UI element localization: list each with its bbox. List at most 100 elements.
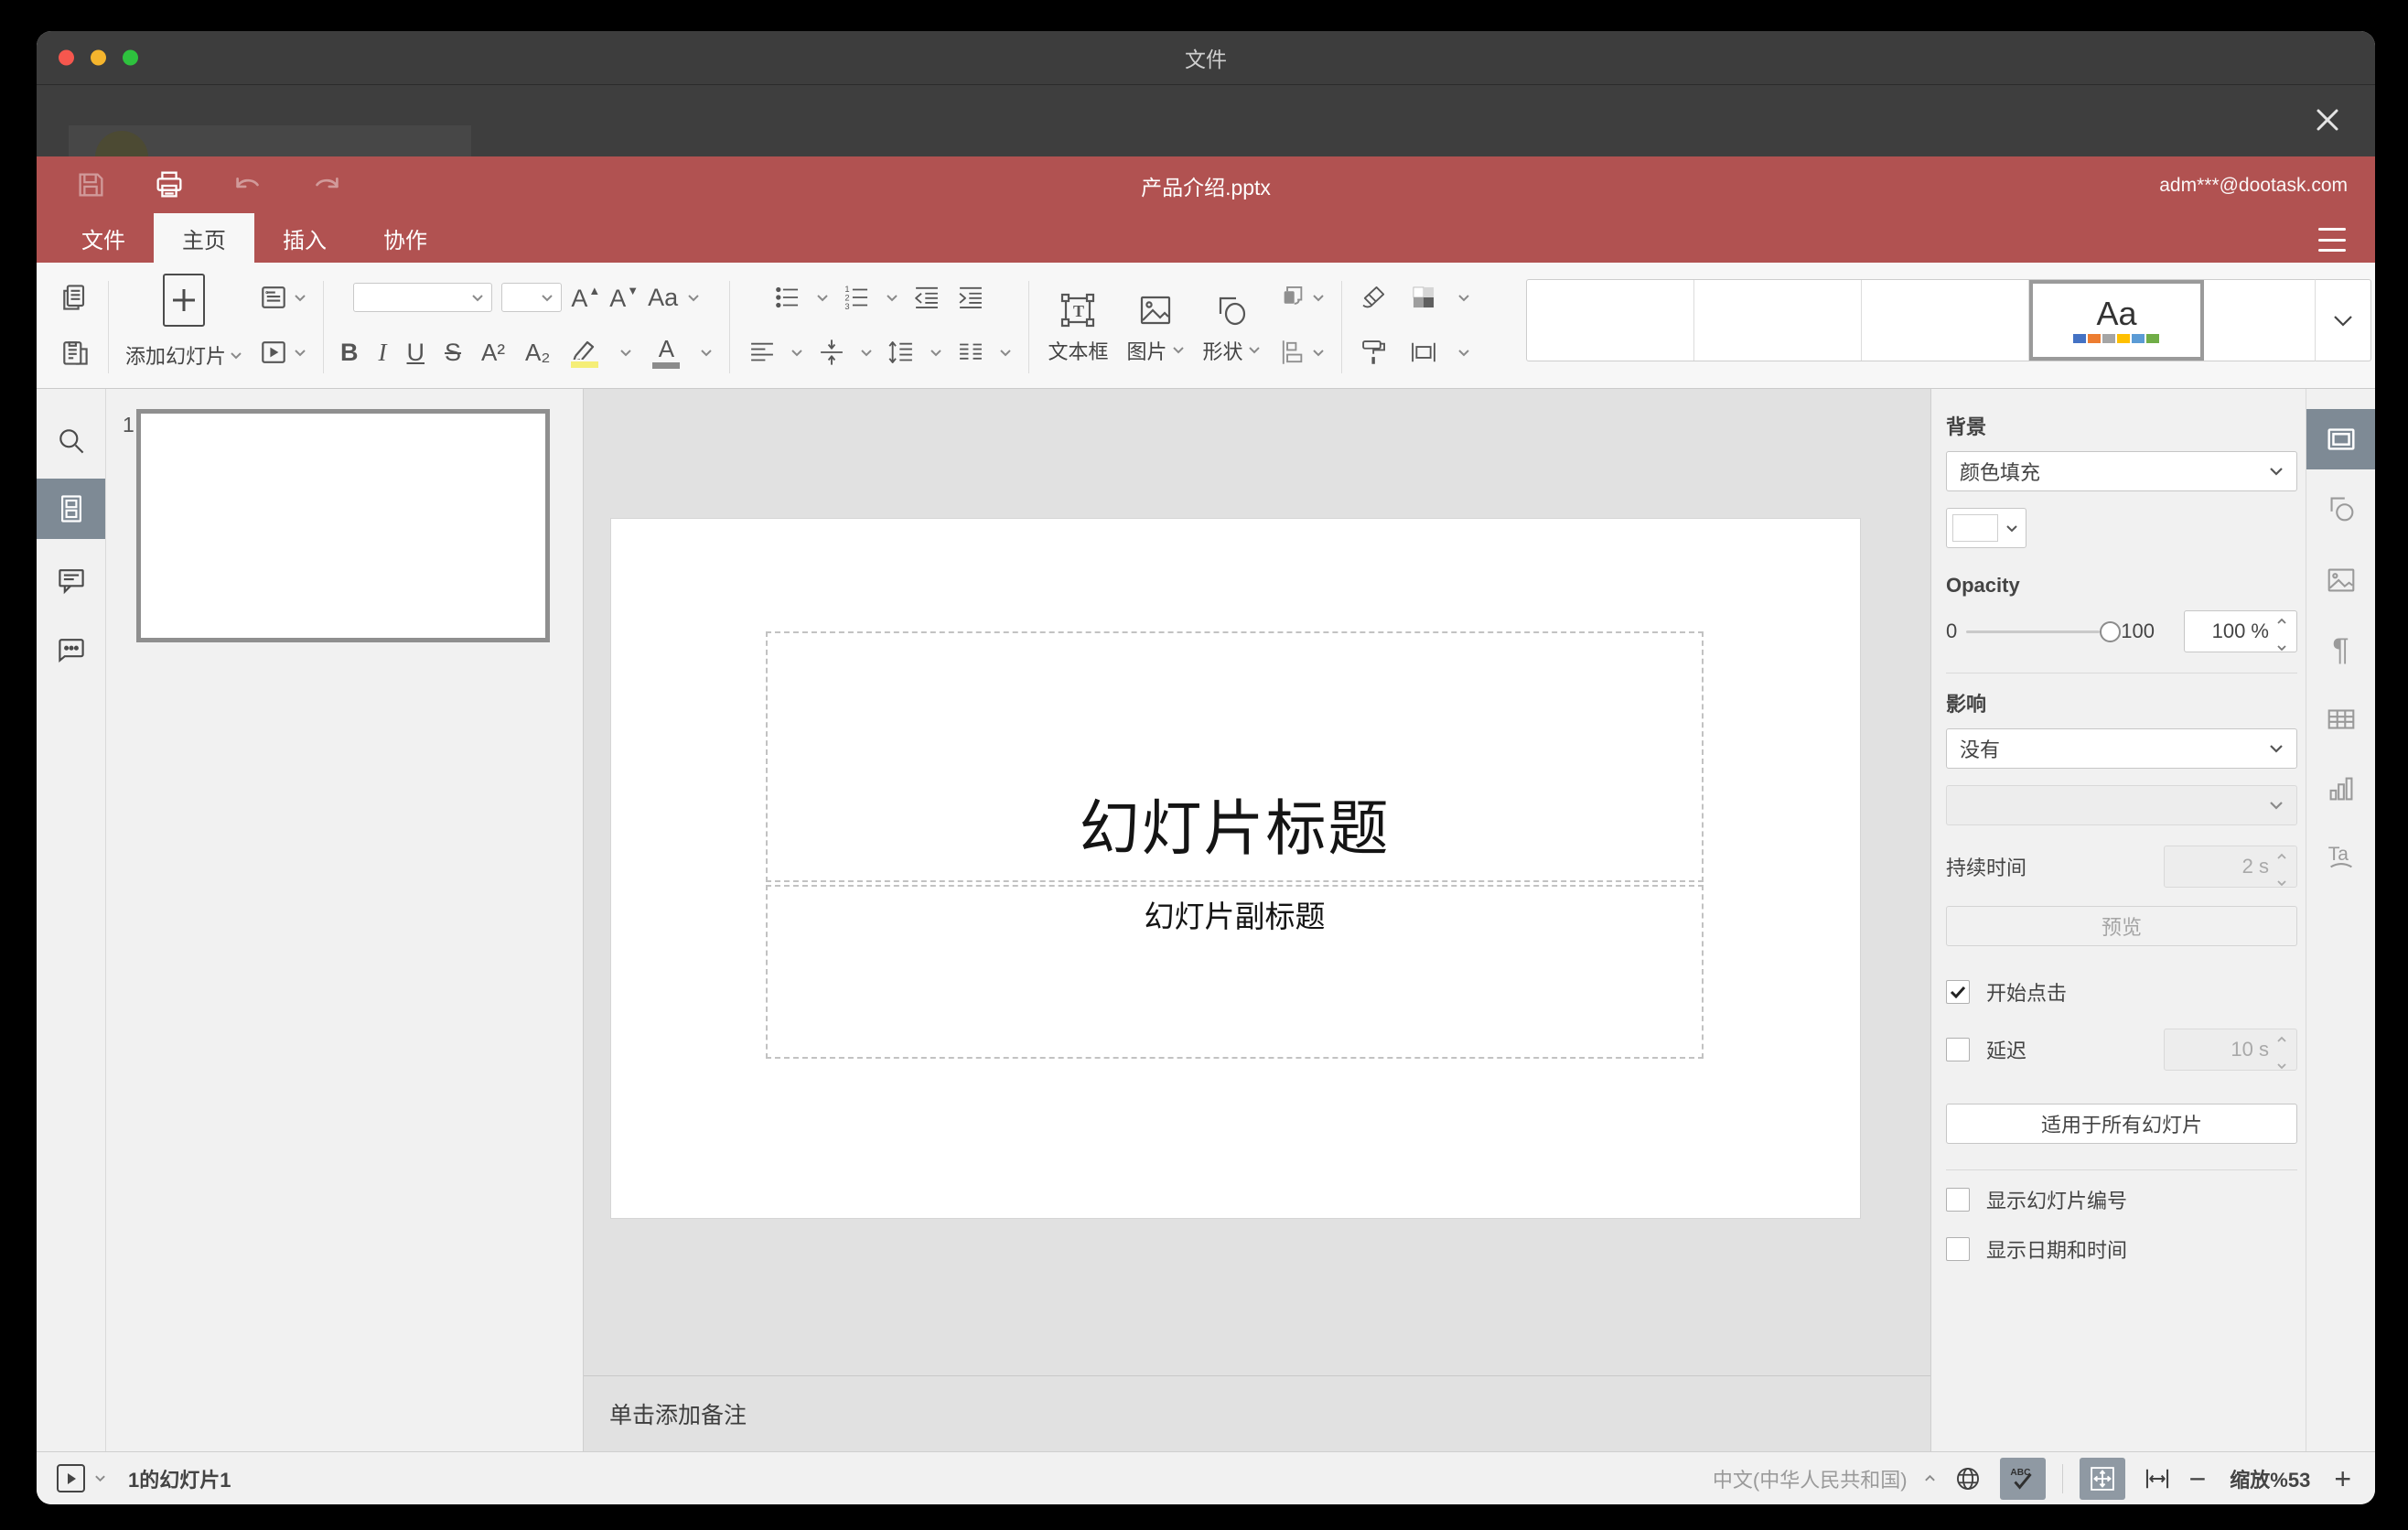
show-date-time-checkbox[interactable] — [1946, 1237, 1970, 1261]
highlight-icon[interactable] — [570, 338, 599, 368]
opacity-slider-track[interactable] — [1966, 630, 2101, 633]
caret-down-icon[interactable] — [886, 294, 898, 302]
caret-down-icon[interactable] — [294, 349, 306, 357]
zoom-out-button[interactable]: − — [2189, 1464, 2207, 1493]
arrange-icon[interactable] — [1277, 282, 1308, 313]
add-slide-button[interactable]: 添加幻灯片 — [118, 340, 250, 370]
caret-down-icon[interactable] — [619, 349, 632, 357]
theme-gallery-expand-button[interactable] — [2315, 279, 2371, 361]
fit-width-icon[interactable] — [2142, 1463, 2173, 1494]
font-increase-icon[interactable]: A ▲ — [571, 285, 600, 311]
superscript-button[interactable]: A² — [481, 340, 505, 364]
caret-down-icon[interactable] — [1312, 294, 1325, 302]
table-settings-icon[interactable] — [2306, 689, 2375, 749]
title-placeholder[interactable]: 幻灯片标题 — [766, 631, 1704, 882]
tab-insert[interactable]: 插入 — [254, 213, 355, 263]
globe-icon[interactable] — [1952, 1463, 1983, 1494]
paste-icon[interactable] — [51, 336, 99, 369]
shape-settings-icon[interactable] — [2306, 479, 2375, 539]
caret-down-icon[interactable] — [999, 349, 1012, 357]
slideshow-icon[interactable] — [257, 336, 290, 369]
change-case-icon[interactable]: Aa — [648, 285, 678, 310]
copy-icon[interactable] — [51, 281, 99, 314]
zoom-in-button[interactable]: + — [2334, 1464, 2351, 1493]
tab-home[interactable]: 主页 — [154, 213, 254, 263]
paint-roller-icon[interactable] — [1359, 337, 1390, 368]
caret-down-icon[interactable] — [790, 349, 803, 357]
tab-file[interactable]: 文件 — [53, 213, 154, 263]
caret-down-icon[interactable] — [816, 294, 829, 302]
slide-size-icon[interactable] — [1408, 337, 1439, 368]
chart-settings-icon[interactable] — [2306, 759, 2375, 819]
background-fill-select[interactable]: 颜色填充 — [1946, 451, 2297, 491]
indent-icon[interactable] — [955, 282, 986, 313]
numbered-list-icon[interactable]: 123 — [842, 282, 873, 313]
effect-select[interactable]: 没有 — [1946, 728, 2297, 769]
textart-settings-icon[interactable]: Ta — [2306, 826, 2375, 887]
caret-down-icon[interactable] — [2276, 633, 2287, 657]
tab-collaboration[interactable]: 协作 — [355, 213, 456, 263]
clear-style-icon[interactable] — [1359, 282, 1390, 313]
theme-thumbnail[interactable] — [2204, 280, 2315, 361]
close-window-button[interactable] — [59, 49, 74, 66]
opacity-slider-knob[interactable] — [2100, 620, 2122, 642]
spellcheck-icon[interactable]: ABC — [1999, 1457, 2046, 1500]
italic-button[interactable]: I — [379, 339, 387, 365]
subtitle-placeholder[interactable]: 幻灯片副标题 — [766, 885, 1704, 1059]
insert-image-button[interactable]: 图片 — [1117, 270, 1193, 384]
subscript-button[interactable]: A₂ — [525, 340, 550, 364]
font-color-icon[interactable]: A — [652, 337, 681, 369]
align-shapes-icon[interactable] — [1277, 337, 1308, 368]
play-icon[interactable] — [57, 1464, 85, 1492]
caret-down-icon[interactable] — [930, 349, 942, 357]
fill-color-icon[interactable] — [1408, 282, 1439, 313]
caret-down-icon[interactable] — [687, 294, 700, 302]
background-color-swatch[interactable] — [1946, 508, 2026, 548]
caret-up-icon[interactable] — [2276, 607, 2287, 630]
caret-down-icon[interactable] — [1312, 349, 1325, 357]
columns-icon[interactable] — [955, 337, 986, 368]
apply-to-all-slides-button[interactable]: 适用于所有幻灯片 — [1946, 1104, 2297, 1144]
font-decrease-icon[interactable]: A ▼ — [609, 285, 639, 311]
bold-button[interactable]: B — [340, 339, 359, 365]
caret-down-icon[interactable] — [294, 294, 306, 302]
add-slide-icon[interactable] — [163, 274, 205, 327]
bullet-list-icon[interactable] — [772, 282, 803, 313]
slide-canvas[interactable]: 幻灯片标题 幻灯片副标题 — [611, 519, 1860, 1218]
align-icon[interactable] — [747, 337, 778, 368]
caret-up-icon[interactable] — [1924, 1474, 1936, 1482]
theme-thumbnail[interactable] — [1862, 280, 2030, 361]
insert-shape-button[interactable]: 形状 — [1194, 270, 1270, 384]
minimize-window-button[interactable] — [91, 49, 106, 66]
fit-slide-icon[interactable] — [2079, 1457, 2125, 1500]
show-slide-number-checkbox[interactable] — [1946, 1188, 1970, 1212]
start-on-click-checkbox[interactable] — [1946, 980, 1970, 1004]
theme-thumbnail[interactable] — [1527, 280, 1695, 361]
vertical-align-icon[interactable] — [816, 337, 847, 368]
slide-layout-icon[interactable] — [257, 281, 290, 314]
slides-panel-icon[interactable] — [37, 479, 105, 539]
notes-area[interactable]: 单击添加备注 — [584, 1375, 1930, 1451]
delay-checkbox[interactable] — [1946, 1038, 1970, 1061]
caret-down-icon[interactable] — [1457, 349, 1470, 357]
caret-down-icon[interactable] — [700, 349, 713, 357]
theme-thumbnail[interactable] — [1694, 280, 1863, 361]
theme-thumbnail-selected[interactable]: Aa — [2029, 280, 2204, 361]
insert-textbox-button[interactable]: T 文本框 — [1038, 270, 1117, 384]
chat-icon[interactable] — [37, 620, 105, 680]
slide-thumbnail[interactable] — [136, 409, 550, 642]
paragraph-settings-icon[interactable]: ¶ — [2306, 620, 2375, 680]
search-icon[interactable] — [37, 411, 105, 471]
font-name-combobox[interactable] — [353, 283, 493, 312]
caret-down-icon[interactable] — [860, 349, 873, 357]
close-icon[interactable] — [2309, 102, 2346, 138]
caret-down-icon[interactable] — [230, 351, 242, 360]
opacity-value-spinner[interactable]: 100 % — [2184, 610, 2297, 652]
comments-icon[interactable] — [37, 550, 105, 610]
underline-button[interactable]: U — [407, 339, 425, 365]
zoom-window-button[interactable] — [123, 49, 138, 66]
caret-down-icon[interactable] — [1457, 294, 1470, 302]
slide-settings-icon[interactable] — [2306, 409, 2375, 469]
caret-down-icon[interactable] — [94, 1474, 106, 1482]
line-spacing-icon[interactable] — [886, 337, 917, 368]
